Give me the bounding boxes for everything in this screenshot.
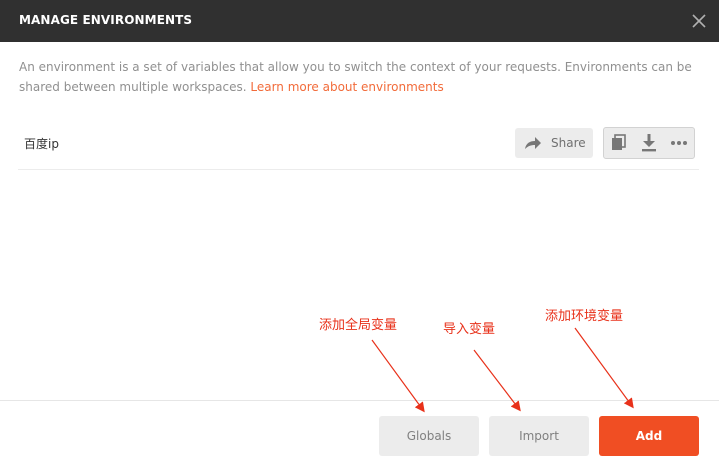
arrow-add — [574, 327, 634, 409]
arrow-import — [473, 349, 521, 412]
annotation-arrows — [371, 327, 634, 413]
arrow-globals — [371, 339, 425, 413]
manage-environments-modal: MANAGE ENVIRONMENTS An environment is a … — [0, 0, 719, 476]
